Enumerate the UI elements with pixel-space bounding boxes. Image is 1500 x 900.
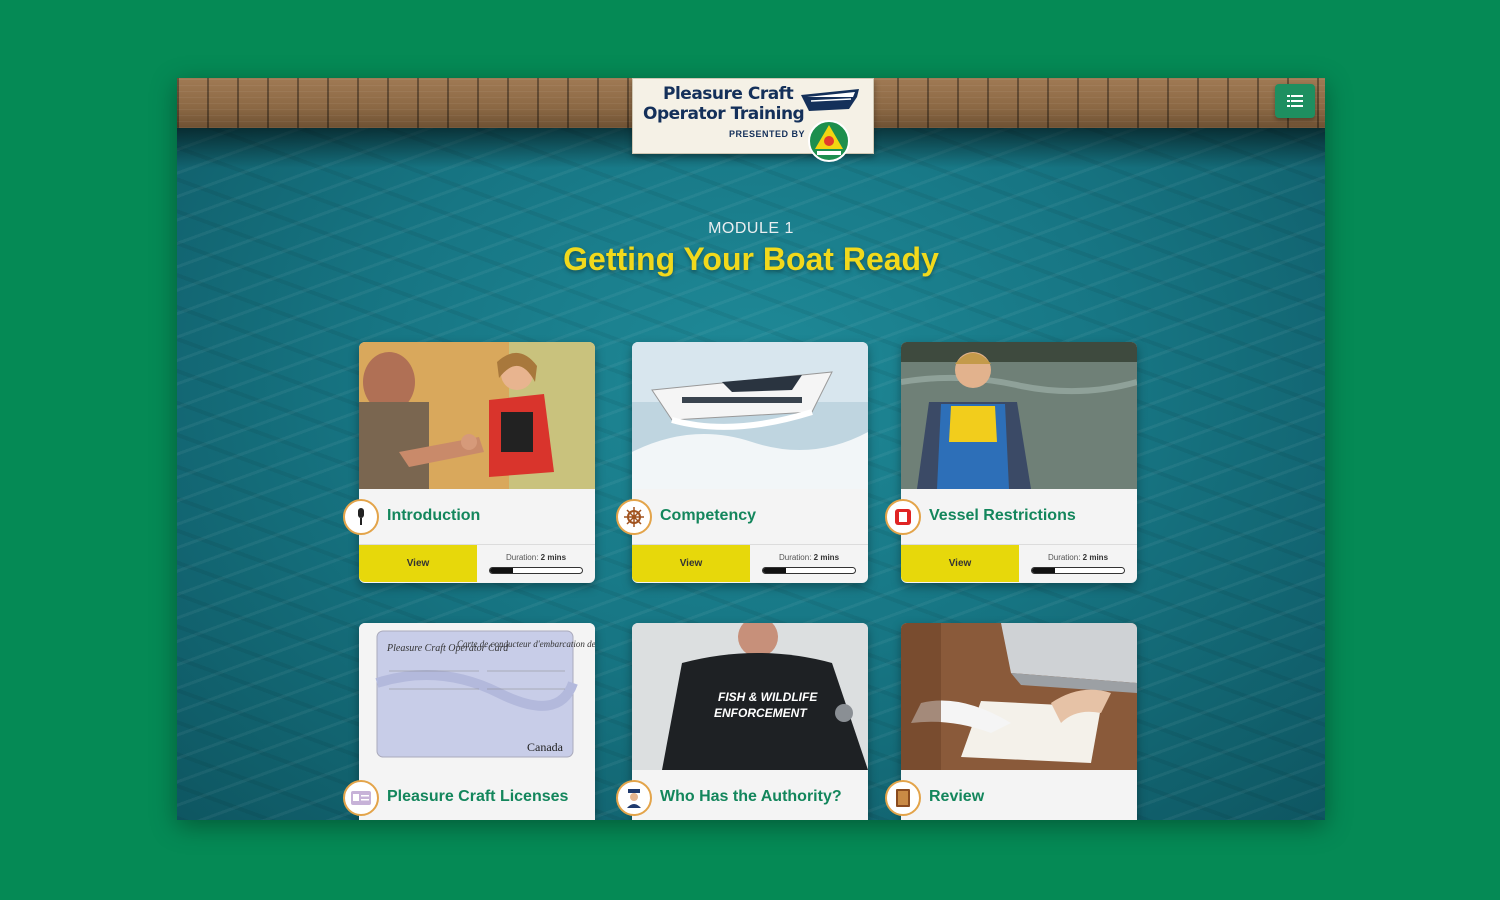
logo-presented-by: PRESENTED BY xyxy=(729,129,806,139)
lesson-image-enforcement-officer: FISH & WILDLIFE ENFORCEMENT xyxy=(632,623,868,770)
duration-value: 2 mins xyxy=(1082,553,1109,562)
progress-fill xyxy=(490,568,513,573)
lesson-card-introduction[interactable]: Introduction View Duration: 2 mins xyxy=(343,342,595,583)
lesson-title: Review xyxy=(929,788,985,805)
progress-bar xyxy=(1031,567,1125,574)
licence-title-fr: Carte de conducteur d'embarcation de pla… xyxy=(457,639,595,649)
duration-label: Duration: xyxy=(505,553,539,562)
lesson-image-vessel-restrictions xyxy=(901,342,1137,489)
restriction-icon xyxy=(885,499,921,535)
ship-wheel-icon xyxy=(616,499,652,535)
menu-button[interactable] xyxy=(1275,84,1315,118)
licence-country: Canada xyxy=(527,740,564,754)
logo-title-line1: Pleasure Craft xyxy=(663,84,794,104)
boat-logo-icon xyxy=(801,89,859,111)
lesson-title: Competency xyxy=(660,507,757,524)
progress-fill xyxy=(1032,568,1055,573)
lesson-image-review xyxy=(901,623,1137,770)
lesson-card-competency[interactable]: Competency View Duration: 2 mins xyxy=(616,342,868,583)
logo-title-line2: Operator Training xyxy=(643,104,805,124)
lesson-title: Who Has the Authority? xyxy=(660,788,842,805)
list-menu-icon xyxy=(1287,95,1303,107)
duration-label: Duration: xyxy=(1047,553,1081,562)
jacket-text-line2: ENFORCEMENT xyxy=(714,706,808,720)
jacket-text-line1: FISH & WILDLIFE xyxy=(718,690,818,704)
lesson-image-introduction xyxy=(359,342,595,489)
duration-value: 2 mins xyxy=(540,553,567,562)
lesson-image-licence-card: Pleasure Craft Operator Card Carte de co… xyxy=(359,623,595,770)
view-button[interactable]: View xyxy=(901,545,1019,582)
duration-panel: Duration: 2 mins xyxy=(750,545,868,582)
lesson-card-vessel-restrictions[interactable]: Vessel Restrictions View Duration: 2 min… xyxy=(885,342,1137,583)
app-frame: Pleasure Craft Operator Training PRESENT… xyxy=(177,78,1325,820)
view-button[interactable]: View xyxy=(632,545,750,582)
site-logo[interactable]: Pleasure Craft Operator Training PRESENT… xyxy=(632,78,874,162)
lesson-card-review[interactable]: Review xyxy=(885,623,1137,820)
lesson-card-who-has-the-authority[interactable]: FISH & WILDLIFE ENFORCEMENT Who Has the … xyxy=(616,623,868,820)
lesson-image-competency xyxy=(632,342,868,489)
lesson-title: Vessel Restrictions xyxy=(929,507,1076,524)
duration-value: 2 mins xyxy=(813,553,840,562)
officer-icon xyxy=(616,780,652,816)
microphone-icon xyxy=(343,499,379,535)
presenter-badge-icon xyxy=(808,120,850,162)
id-card-icon xyxy=(343,780,379,816)
lesson-card-pleasure-craft-licenses[interactable]: Pleasure Craft Operator Card Carte de co… xyxy=(343,623,595,820)
progress-bar xyxy=(489,567,583,574)
module-label: MODULE 1 xyxy=(708,220,794,237)
duration-panel: Duration: 2 mins xyxy=(477,545,595,582)
progress-fill xyxy=(763,568,786,573)
view-button[interactable]: View xyxy=(359,545,477,582)
duration-panel: Duration: 2 mins xyxy=(1019,545,1137,582)
book-icon xyxy=(885,780,921,816)
lesson-title: Introduction xyxy=(387,507,481,524)
module-title: Getting Your Boat Ready xyxy=(563,241,939,277)
progress-bar xyxy=(762,567,856,574)
lesson-title: Pleasure Craft Licenses xyxy=(387,788,569,805)
duration-label: Duration: xyxy=(778,553,812,562)
